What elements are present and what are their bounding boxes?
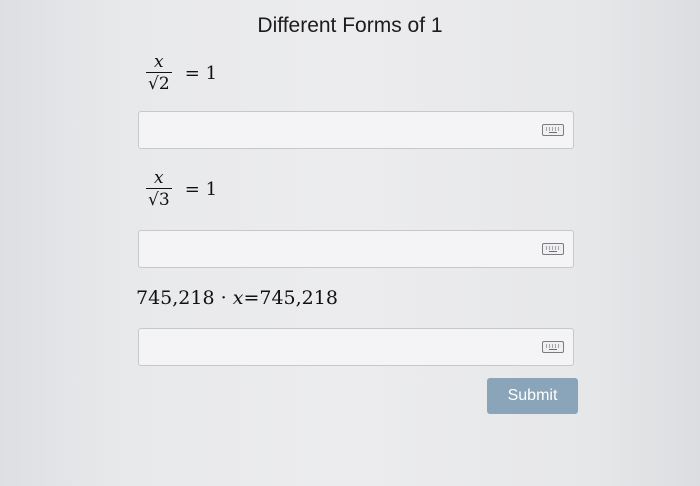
worksheet-page: Different Forms of 1 x √2 = 1 x √3 = 1 7… [0, 0, 700, 486]
right-number: 745,218 [259, 287, 338, 309]
radicand-2: 3 [158, 190, 170, 210]
equation-1-rhs: = 1 [184, 63, 218, 84]
keyboard-icon[interactable] [542, 243, 564, 255]
keyboard-icon[interactable] [542, 341, 564, 353]
equals-sign: = [243, 287, 260, 309]
equation-2: x √3 = 1 [146, 168, 217, 211]
left-number: 745,218 [136, 287, 215, 309]
equation-3: 745,218 · x=745,218 [136, 287, 338, 309]
answer-input-1[interactable] [138, 111, 574, 149]
submit-button[interactable]: Submit [487, 378, 578, 414]
denominator-1: √2 [146, 72, 172, 95]
page-title: Different Forms of 1 [257, 14, 443, 37]
numerator-1: x [154, 52, 164, 72]
denominator-2: √3 [146, 188, 172, 211]
variable-x: x [232, 287, 244, 309]
fraction-1: x √2 [146, 52, 172, 95]
equation-2-rhs: = 1 [184, 179, 218, 200]
multiply-dot: · [220, 287, 227, 309]
fraction-2: x √3 [146, 168, 172, 211]
radicand-1: 2 [158, 74, 170, 94]
answer-input-3[interactable] [138, 328, 574, 366]
equation-1: x √2 = 1 [146, 52, 217, 95]
sqrt-symbol-2: √ [148, 190, 159, 210]
numerator-2: x [154, 168, 164, 188]
answer-input-2[interactable] [138, 230, 574, 268]
keyboard-icon[interactable] [542, 124, 564, 136]
sqrt-symbol-1: √ [148, 74, 159, 94]
